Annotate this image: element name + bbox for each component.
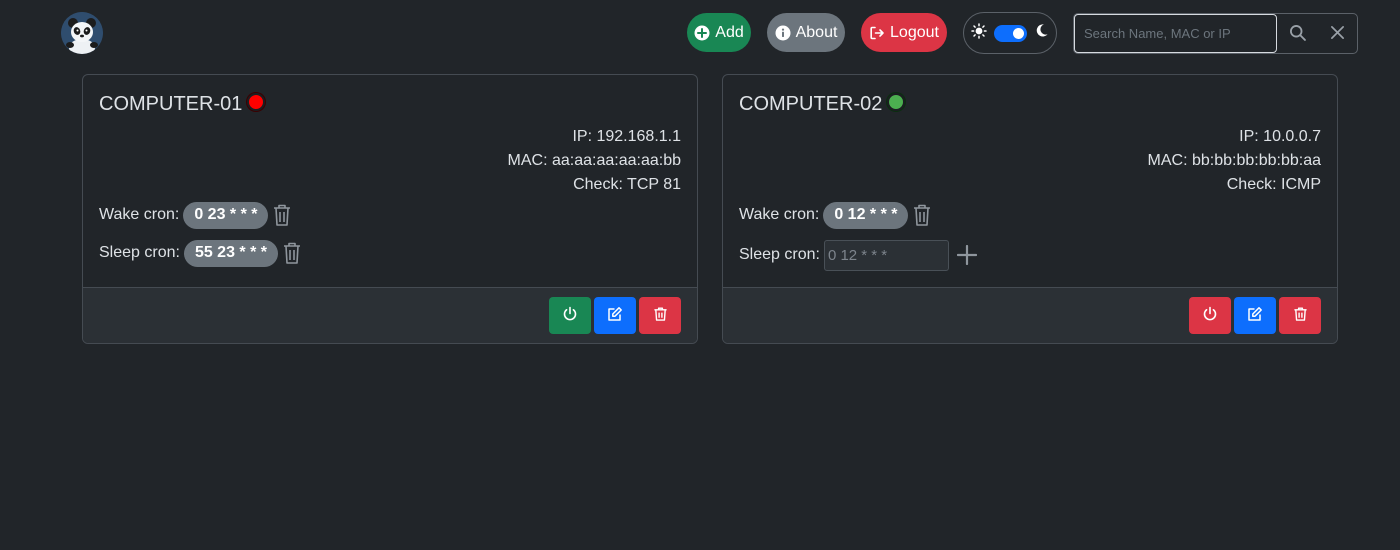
sleep-cron-badge: 55 23 * * *	[183, 239, 278, 267]
host-card: COMPUTER-01 IP: 192.168.1.1 MAC: aa:aa:a…	[82, 74, 698, 344]
trash-icon	[653, 306, 668, 325]
status-online-indicator	[887, 92, 906, 111]
delete-host-button[interactable]	[639, 297, 681, 334]
sleep-cron-label: Sleep cron:	[99, 244, 180, 261]
wake-power-button[interactable]	[549, 297, 591, 334]
panda-logo-icon[interactable]	[61, 12, 103, 54]
delete-sleep-cron-trash-icon[interactable]	[282, 241, 302, 265]
about-button-label: About	[795, 23, 838, 41]
card-footer	[723, 287, 1337, 343]
power-icon	[1202, 306, 1218, 325]
sleep-cron-label: Sleep cron:	[739, 246, 820, 263]
plus-circle-icon	[694, 25, 710, 41]
edit-button[interactable]	[1234, 297, 1276, 334]
wake-cron-label: Wake cron:	[739, 206, 820, 223]
wake-cron-badge: 0 12 * * *	[823, 201, 909, 229]
edit-icon	[1247, 306, 1263, 325]
host-title: COMPUTER-02	[739, 92, 906, 116]
theme-switch[interactable]	[994, 24, 1027, 42]
logout-icon	[869, 25, 885, 41]
edit-icon	[607, 306, 623, 325]
edit-button[interactable]	[594, 297, 636, 334]
power-icon	[562, 306, 578, 325]
sleep-cron-row: Sleep cron: 55 23 * * *	[99, 239, 302, 267]
host-info: IP: 192.168.1.1 MAC: aa:aa:aa:aa:aa:bb C…	[508, 125, 681, 197]
trash-icon	[1293, 306, 1308, 325]
sun-icon	[971, 22, 987, 44]
delete-wake-cron-trash-icon[interactable]	[272, 203, 292, 227]
host-ip: IP: 192.168.1.1	[572, 128, 681, 145]
shutdown-power-button[interactable]	[1189, 297, 1231, 334]
info-circle-icon	[775, 25, 791, 41]
delete-host-button[interactable]	[1279, 297, 1321, 334]
add-sleep-cron-plus-icon[interactable]	[956, 245, 977, 265]
moon-icon	[1034, 23, 1049, 43]
add-button-label: Add	[715, 23, 744, 41]
host-ip: IP: 10.0.0.7	[1239, 128, 1321, 145]
wake-cron-row: Wake cron: 0 23 * * *	[99, 201, 292, 229]
card-footer	[83, 287, 697, 343]
host-mac: MAC: bb:bb:bb:bb:bb:aa	[1147, 152, 1321, 169]
theme-toggle	[963, 12, 1057, 54]
sleep-cron-row: Sleep cron:	[739, 239, 977, 271]
search-input[interactable]	[1074, 14, 1278, 53]
host-name: COMPUTER-01	[99, 93, 243, 115]
search-button[interactable]	[1277, 14, 1317, 53]
delete-wake-cron-trash-icon[interactable]	[912, 203, 932, 227]
host-mac: MAC: aa:aa:aa:aa:aa:bb	[507, 152, 681, 169]
status-offline-indicator	[247, 92, 266, 111]
host-check: Check: TCP 81	[573, 176, 681, 193]
logout-button-label: Logout	[890, 23, 939, 41]
host-name: COMPUTER-02	[739, 93, 883, 115]
host-info: IP: 10.0.0.7 MAC: bb:bb:bb:bb:bb:aa Chec…	[1148, 125, 1321, 197]
about-button[interactable]: About	[767, 13, 845, 52]
search-icon	[1289, 24, 1306, 44]
sleep-cron-input[interactable]	[823, 239, 949, 271]
clear-search-button[interactable]	[1317, 14, 1357, 53]
wake-cron-label: Wake cron:	[99, 206, 180, 223]
host-check: Check: ICMP	[1226, 176, 1321, 193]
search-group	[1073, 13, 1358, 54]
add-button[interactable]: Add	[687, 13, 751, 52]
wake-cron-row: Wake cron: 0 12 * * *	[739, 201, 932, 229]
logout-button[interactable]: Logout	[861, 13, 947, 52]
host-title: COMPUTER-01	[99, 92, 266, 116]
host-card: COMPUTER-02 IP: 10.0.0.7 MAC: bb:bb:bb:b…	[722, 74, 1338, 344]
close-icon	[1330, 25, 1345, 43]
wake-cron-badge: 0 23 * * *	[183, 201, 269, 229]
